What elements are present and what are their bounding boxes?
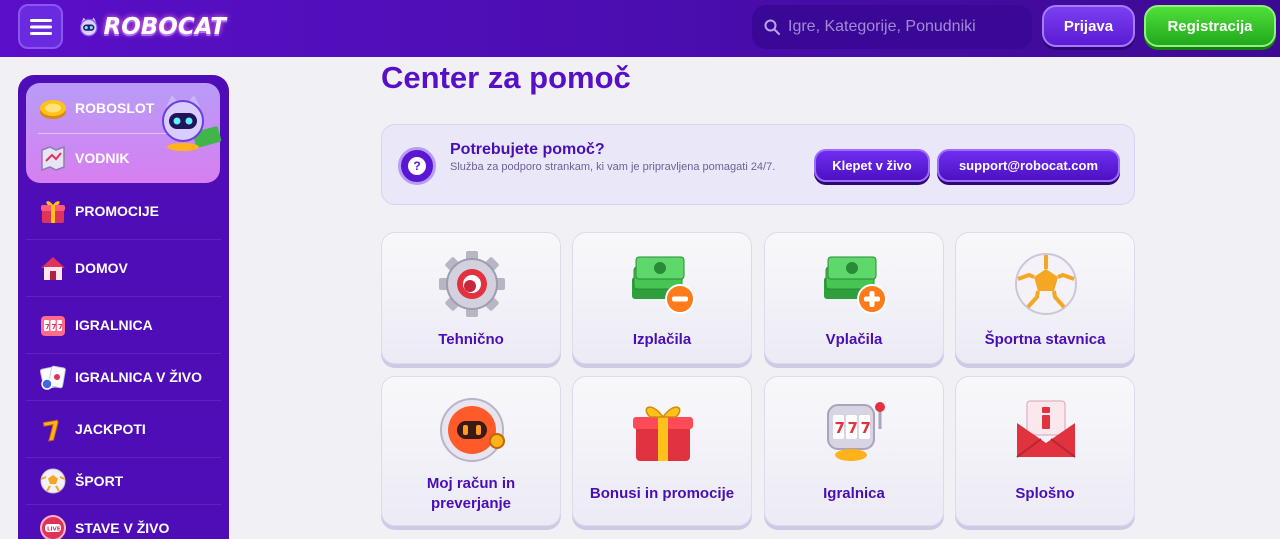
robot-head-icon xyxy=(437,395,507,465)
category-card-vplacila[interactable]: Vplačila xyxy=(764,232,944,364)
search-box[interactable] xyxy=(752,5,1032,49)
logo[interactable]: ROBOCAT xyxy=(78,4,226,50)
category-card-sportna-stavnica[interactable]: Športna stavnica xyxy=(955,232,1135,364)
sidebar-item-label: VODNIK xyxy=(75,150,130,166)
category-label: Tehnično xyxy=(438,331,504,348)
category-card-splosno[interactable]: Splošno xyxy=(955,376,1135,526)
sidebar-item-label: JACKPOTI xyxy=(75,421,146,437)
cash-minus-icon xyxy=(628,249,698,319)
category-label: Izplačila xyxy=(632,331,692,348)
svg-text:7: 7 xyxy=(52,323,57,331)
slot-icon: 777 xyxy=(38,310,68,340)
sidebar-item-label: ŠPORT xyxy=(75,473,124,489)
sidebar-item-domov[interactable]: DOMOV xyxy=(26,240,221,297)
sidebar-item-sport[interactable]: ŠPORT xyxy=(26,458,221,505)
help-banner: ? Potrebujete pomoč? Služba za podporo s… xyxy=(381,124,1135,205)
svg-text:7: 7 xyxy=(41,416,64,444)
page-title: Center za pomoč xyxy=(381,60,631,95)
gift-icon xyxy=(38,196,68,226)
category-label: Igralnica xyxy=(823,485,885,502)
register-button[interactable]: Registracija xyxy=(1144,5,1276,47)
seven-icon: 7 xyxy=(38,414,68,449)
category-card-izplacila[interactable]: Izplačila xyxy=(572,232,752,364)
sidebar-item-label: DOMOV xyxy=(75,260,128,276)
category-card-moj-racun[interactable]: Moj račun in preverjanje xyxy=(381,376,561,526)
category-card-bonusi[interactable]: Bonusi in promocije xyxy=(572,376,752,526)
help-description: Služba za podporo strankam, ki vam je pr… xyxy=(450,161,776,173)
slot-machine-icon: 7 7 7 xyxy=(820,395,890,465)
sidebar-item-jackpoti[interactable]: 7 JACKPOTI xyxy=(26,401,221,458)
svg-text:7: 7 xyxy=(58,323,63,331)
sidebar-item-label: PROMOCIJE xyxy=(75,203,160,219)
search-icon xyxy=(764,19,780,35)
sidebar-list: PROMOCIJE DOMOV 777 IGRALNICA IGRALNICA … xyxy=(26,183,221,539)
coin-icon xyxy=(38,93,68,123)
category-label: Splošno xyxy=(1015,485,1075,502)
support-email-button[interactable]: support@robocat.com xyxy=(937,149,1120,182)
map-icon xyxy=(38,143,68,173)
sidebar-item-stave-v-zivo[interactable]: LIVE STAVE V ŽIVO xyxy=(26,505,221,539)
search-input[interactable] xyxy=(788,18,1018,36)
hamburger-icon xyxy=(29,18,52,35)
sidebar-item-igralnica-v-zivo[interactable]: IGRALNICA V ŽIVO xyxy=(26,354,221,401)
svg-text:7: 7 xyxy=(45,323,50,331)
logo-text: ROBOCAT xyxy=(103,14,226,40)
sidebar-item-label: STAVE V ŽIVO xyxy=(75,520,170,536)
menu-button[interactable] xyxy=(18,4,63,49)
category-label: Moj račun in preverjanje xyxy=(426,475,516,512)
sidebar-item-promocije[interactable]: PROMOCIJE xyxy=(26,183,221,240)
sidebar-item-label: IGRALNICA V ŽIVO xyxy=(75,369,203,385)
help-title: Potrebujete pomoč? xyxy=(450,141,605,158)
soccer-ball-icon xyxy=(1011,249,1081,319)
category-label: Vplačila xyxy=(825,331,883,348)
home-icon xyxy=(38,253,68,283)
gear-icon xyxy=(437,249,507,319)
sidebar-item-label: IGRALNICA xyxy=(75,317,153,333)
cards-icon xyxy=(38,362,68,392)
category-card-igralnica[interactable]: 7 7 7 Igralnica xyxy=(764,376,944,526)
top-bar: ROBOCAT Prijava Registracija xyxy=(0,0,1280,57)
soccer-ball-icon xyxy=(38,466,68,496)
login-button[interactable]: Prijava xyxy=(1042,5,1135,47)
svg-text:7: 7 xyxy=(848,419,858,437)
live-icon: LIVE xyxy=(38,513,68,539)
category-card-tehnicno[interactable]: Tehnično xyxy=(381,232,561,364)
robot-cat-mascot-icon xyxy=(162,95,222,151)
svg-text:LIVE: LIVE xyxy=(47,527,61,533)
gift-box-icon xyxy=(628,395,698,465)
sidebar-featured: ROBOSLOT VODNIK xyxy=(26,83,222,183)
cash-plus-icon xyxy=(820,249,890,319)
category-label: Športna stavnica xyxy=(984,331,1106,348)
robocat-head-icon xyxy=(79,17,98,37)
question-icon: ? xyxy=(398,147,436,185)
svg-text:7: 7 xyxy=(861,419,871,437)
sidebar-item-igralnica[interactable]: 777 IGRALNICA xyxy=(26,297,221,354)
svg-text:7: 7 xyxy=(835,419,845,437)
sidebar-item-label: ROBOSLOT xyxy=(75,100,155,116)
sidebar: ROBOSLOT VODNIK PROMOCIJE DOMOV 7 7 7 IG… xyxy=(18,75,229,539)
category-label: Bonusi in promocije xyxy=(589,485,735,502)
live-chat-button[interactable]: Klepet v živo xyxy=(814,149,930,182)
info-envelope-icon xyxy=(1011,395,1081,465)
